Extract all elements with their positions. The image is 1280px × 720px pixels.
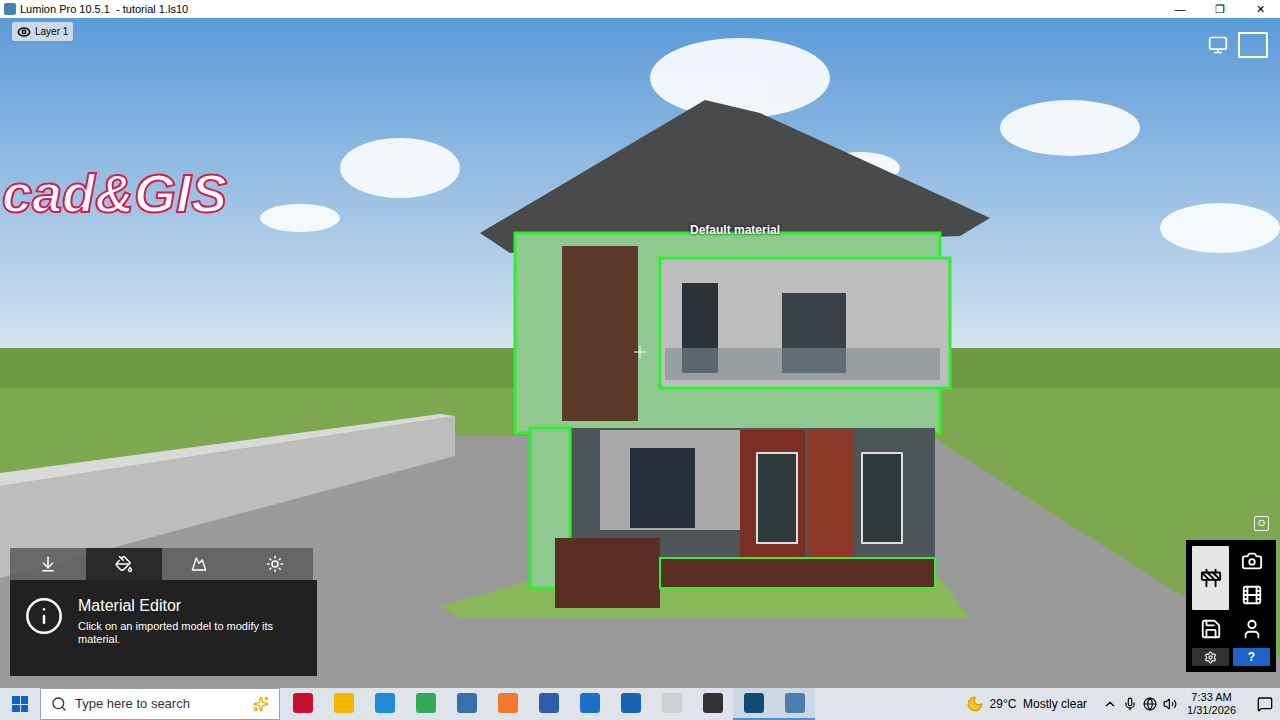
taskbar-app[interactable] <box>528 688 569 720</box>
app-icon <box>785 693 805 713</box>
import-icon <box>39 555 57 573</box>
eye-icon <box>17 25 31 39</box>
film-icon <box>1241 584 1263 606</box>
taskbar-app[interactable] <box>733 688 774 720</box>
taskbar-app[interactable] <box>282 688 323 720</box>
landscape-icon <box>191 556 207 572</box>
toolbar-button[interactable] <box>1233 614 1270 644</box>
taskbar-app[interactable] <box>569 688 610 720</box>
chevron-icon[interactable] <box>1103 697 1117 711</box>
search-placeholder: Type here to search <box>75 694 245 714</box>
taskbar-app[interactable] <box>651 688 692 720</box>
editor-tabs <box>10 548 313 580</box>
taskbar-app[interactable] <box>774 688 815 720</box>
tray <box>1103 697 1177 711</box>
app-icon <box>457 693 477 713</box>
notifications[interactable] <box>1250 696 1280 712</box>
editor-tab[interactable] <box>86 548 162 580</box>
layer-label: Layer 1 <box>35 24 68 39</box>
moon-icon <box>966 695 984 713</box>
editor-tab[interactable] <box>10 548 86 580</box>
taskbar-app[interactable] <box>487 688 528 720</box>
window-title: Lumion Pro 10.5.1 - tutorial 1.ls10 <box>20 1 188 18</box>
right-toolbar: ? <box>1186 540 1276 672</box>
app-icon <box>334 693 354 713</box>
camera-icon <box>1241 550 1263 572</box>
info-text: Click on an imported model to modify its… <box>78 620 303 646</box>
app: Lumion Pro 10.5.1 - tutorial 1.ls10—❐✕La… <box>0 0 1280 720</box>
help-button[interactable]: ? <box>1233 648 1270 666</box>
avatar-icon <box>1241 618 1263 640</box>
weather-icon <box>266 555 284 573</box>
volume-icon[interactable] <box>1163 697 1177 711</box>
mic-icon[interactable] <box>1123 697 1137 711</box>
viewport[interactable]: Layer 1 cad&GIS Default material Material E… <box>0 18 1280 688</box>
search-box[interactable]: Type here to search <box>40 688 280 720</box>
toolbar-button[interactable] <box>1233 580 1270 610</box>
taskbar: Type here to search 29°C Mostly clear 7:33… <box>0 688 1280 720</box>
app-icon <box>703 693 723 713</box>
app-icon <box>416 693 436 713</box>
app-icon <box>621 693 641 713</box>
corner-toggle[interactable]: O <box>1254 516 1269 531</box>
window-control[interactable]: ✕ <box>1240 0 1280 18</box>
weather[interactable]: 29°C Mostly clear <box>966 695 1088 713</box>
taskbar-apps <box>282 688 815 720</box>
taskbar-app[interactable] <box>692 688 733 720</box>
taskbar-app[interactable] <box>323 688 364 720</box>
info-icon <box>24 596 64 636</box>
editor-tab[interactable] <box>237 548 313 580</box>
gear-icon <box>1204 651 1217 664</box>
app-icon <box>375 693 395 713</box>
weather-text: 29°C Mostly clear <box>990 695 1088 713</box>
notification-icon <box>1257 696 1273 712</box>
start-button[interactable] <box>0 688 40 720</box>
toolbar-button[interactable] <box>1192 614 1229 644</box>
info-box: Material Editor Click on an imported mode… <box>10 580 317 676</box>
build-icon <box>1200 567 1222 589</box>
layer-button[interactable]: Layer 1 <box>12 22 73 41</box>
title-bar: Lumion Pro 10.5.1 - tutorial 1.ls10 —❐✕ <box>0 0 1280 18</box>
taskbar-app[interactable] <box>364 688 405 720</box>
app-icon <box>498 693 518 713</box>
fullscreen-icon[interactable] <box>1238 32 1268 58</box>
taskbar-app[interactable] <box>446 688 487 720</box>
save-icon <box>1200 618 1222 640</box>
app-icon <box>744 693 764 713</box>
app-icon <box>4 3 16 15</box>
app-icon <box>539 693 559 713</box>
app-icon <box>293 693 313 713</box>
material-icon <box>115 555 133 573</box>
settings-button[interactable] <box>1192 648 1229 666</box>
monitor-icon[interactable] <box>1208 35 1228 55</box>
toolbar-button[interactable] <box>1192 546 1229 610</box>
taskbar-app[interactable] <box>405 688 446 720</box>
toolbar-button[interactable] <box>1233 546 1270 576</box>
search-icon <box>51 696 67 712</box>
app-icon <box>662 693 682 713</box>
sparkle-icon <box>253 696 269 712</box>
editor-panel: Material Editor Click on an imported mode… <box>10 548 317 676</box>
app-icon <box>580 693 600 713</box>
view-controls <box>1208 32 1268 58</box>
watermark: cad&GIS <box>2 166 227 220</box>
clock-date: 1/31/2026 <box>1187 704 1236 717</box>
window-control[interactable]: — <box>1160 0 1200 18</box>
clock-time: 7:33 AM <box>1191 691 1231 704</box>
taskbar-app[interactable] <box>610 688 651 720</box>
clock[interactable]: 7:33 AM1/31/2026 <box>1187 691 1236 717</box>
info-title: Material Editor <box>78 596 303 616</box>
hover-label: Default material <box>690 221 780 239</box>
editor-tab[interactable] <box>162 548 238 580</box>
network-icon[interactable] <box>1143 697 1157 711</box>
window-control[interactable]: ❐ <box>1200 0 1240 18</box>
